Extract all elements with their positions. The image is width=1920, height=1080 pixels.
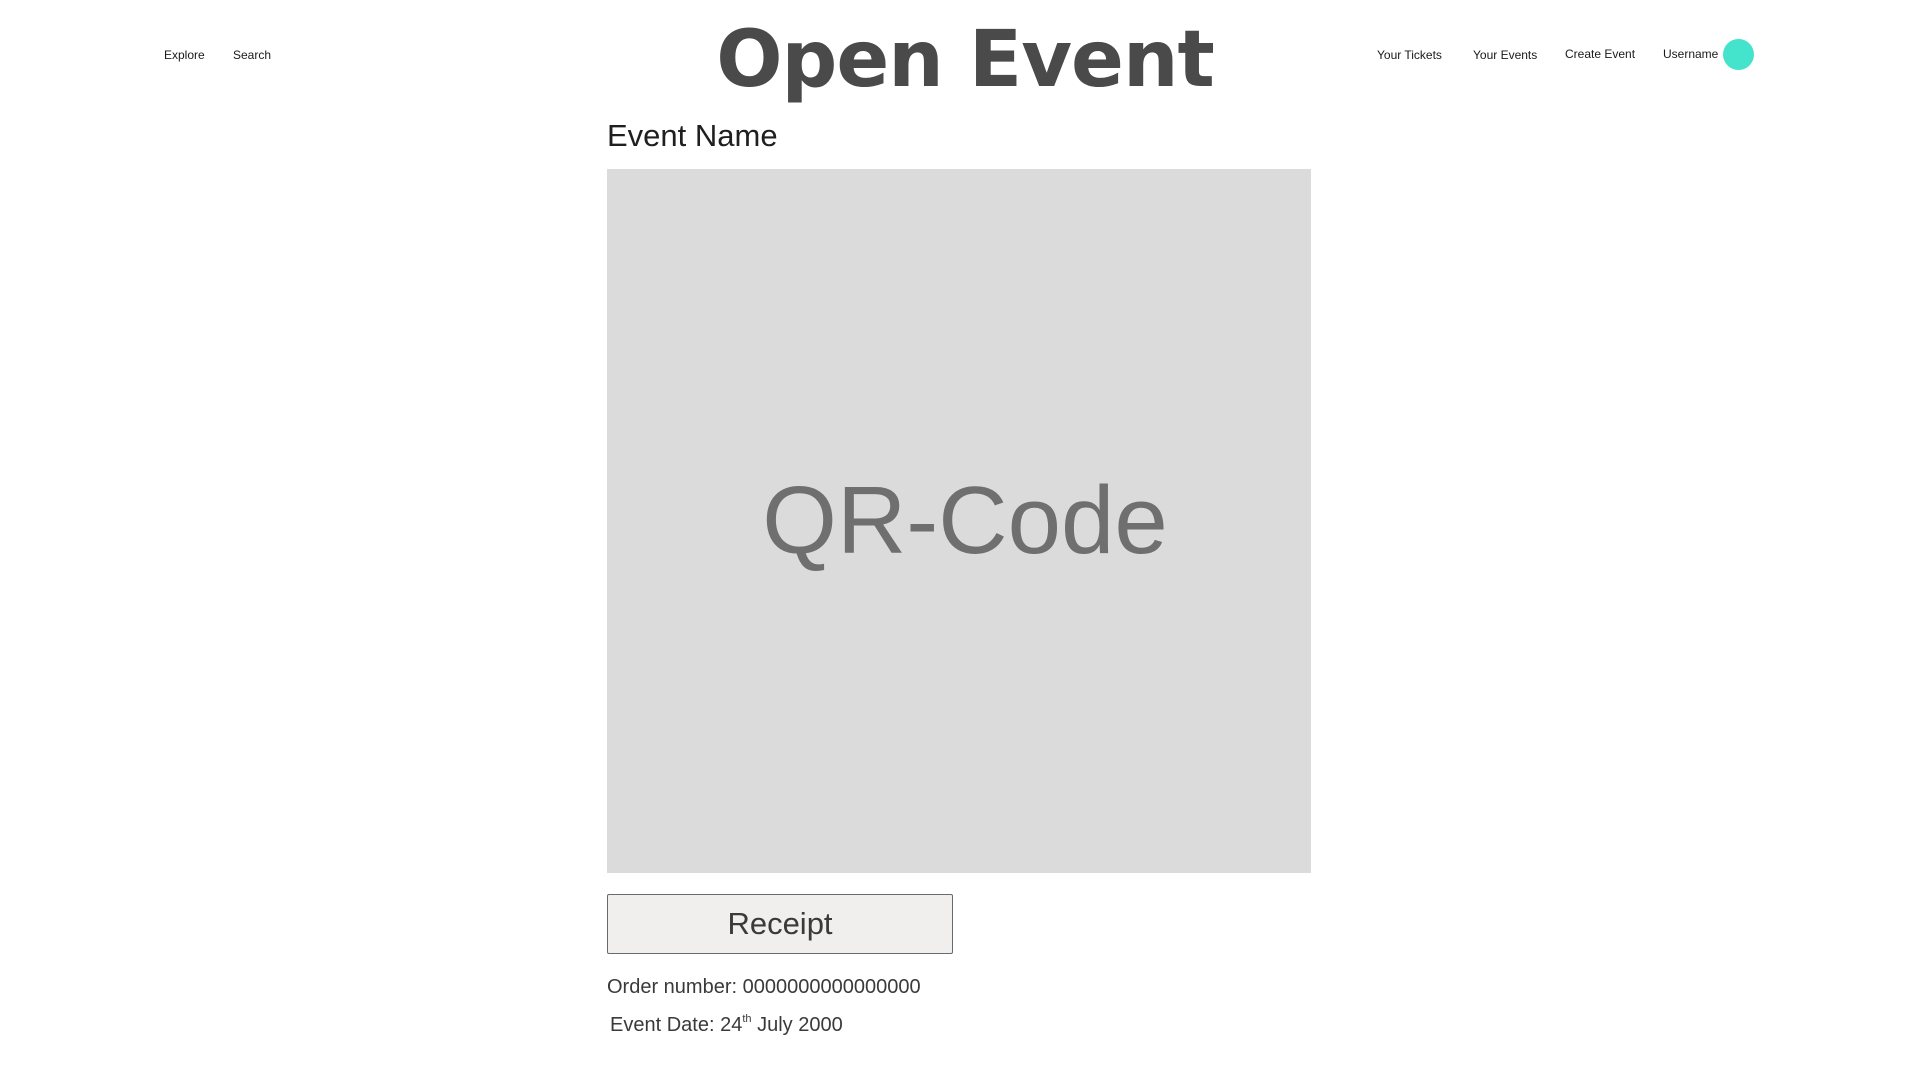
event-date-line: Event Date: 24th July 2000 (610, 1006, 843, 1038)
nav-username-link[interactable]: Username (1663, 46, 1718, 62)
nav-your-events-link[interactable]: Your Events (1473, 47, 1537, 63)
nav-create-event-link[interactable]: Create Event (1565, 46, 1635, 62)
event-name-heading: Event Name (607, 118, 778, 153)
event-date-month-year: July 2000 (757, 1014, 843, 1036)
ticket-page: Explore Search Open Event Your Tickets Y… (0, 0, 1920, 1080)
user-avatar[interactable] (1723, 39, 1754, 70)
qr-code-placeholder: QR-Code (607, 169, 1311, 873)
receipt-button[interactable]: Receipt (607, 894, 953, 954)
order-number-line: Order number: 0000000000000000 (607, 974, 921, 1000)
order-number-label: Order number: (607, 976, 738, 998)
qr-code-label: QR-Code (762, 467, 1168, 574)
event-date-day: 24 (720, 1014, 743, 1036)
nav-your-tickets-link[interactable]: Your Tickets (1377, 47, 1442, 63)
event-date-label: Event Date: (610, 1014, 715, 1036)
order-number-value: 0000000000000000 (742, 976, 921, 998)
event-date-ordinal-suffix: th (742, 1013, 752, 1025)
